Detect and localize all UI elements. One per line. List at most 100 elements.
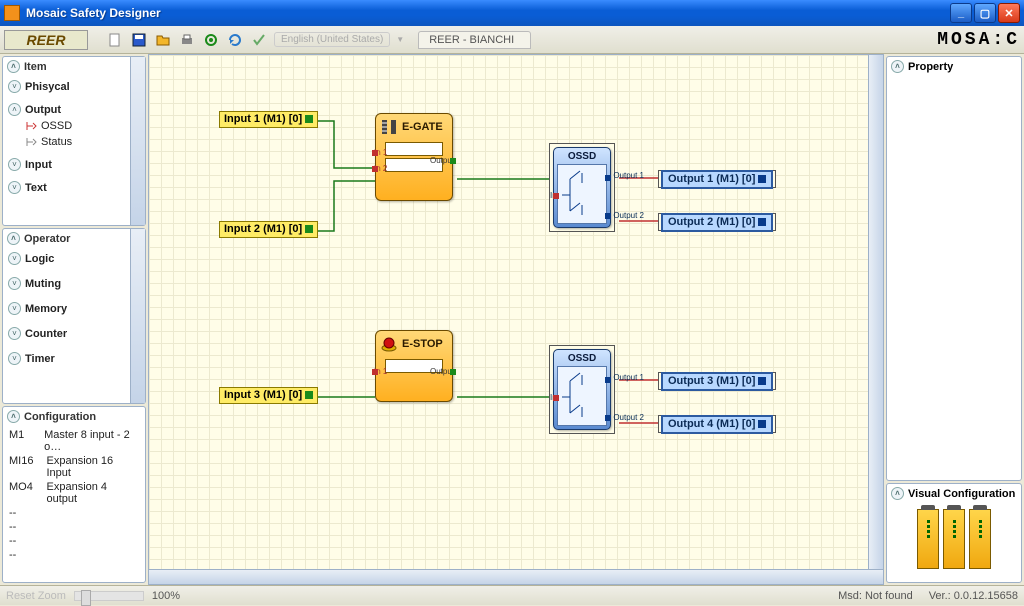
chevron-up-icon: ˄ bbox=[7, 232, 20, 245]
configuration-panel: ˄ Configuration M1Master 8 input - 2 o… … bbox=[2, 406, 146, 583]
ossd-block-2[interactable]: OSSD In Output 1 Output 2 bbox=[549, 345, 615, 434]
mosaic-logo: MOSA:C bbox=[937, 30, 1020, 50]
egate-title: E-GATE bbox=[402, 121, 443, 133]
item-panel-header[interactable]: ˄ Item bbox=[3, 57, 145, 76]
module-icon[interactable] bbox=[969, 509, 991, 569]
item-panel: ▴ ▾ ˄ Item ˅Phisycal ˄Output OSSD Status… bbox=[2, 56, 146, 226]
input-tag-2[interactable]: Input 2 (M1) [0] bbox=[219, 223, 318, 235]
close-button[interactable]: ✕ bbox=[998, 3, 1020, 23]
output-tag-3[interactable]: Output 3 (M1) [0] bbox=[658, 372, 776, 390]
right-sidebar: ˄ Property ˄ Visual Configuration bbox=[884, 54, 1024, 585]
tree-logic[interactable]: ˅Logic bbox=[5, 250, 129, 267]
chevron-up-icon: ˄ bbox=[8, 103, 21, 116]
config-row[interactable]: MI16Expansion 16 Input bbox=[5, 454, 143, 480]
save-button[interactable] bbox=[130, 31, 148, 49]
minimize-button[interactable]: _ bbox=[950, 3, 972, 23]
chevron-down-icon: ˅ bbox=[8, 302, 21, 315]
status-bar: Reset Zoom 100% Msd: Not found Ver.: 0.0… bbox=[0, 585, 1024, 605]
new-button[interactable] bbox=[106, 31, 124, 49]
chevron-down-icon: ˅ bbox=[8, 277, 21, 290]
scrollbar-up[interactable]: ▴ bbox=[132, 58, 144, 70]
chevron-down-icon: ˅ bbox=[8, 252, 21, 265]
estop-icon bbox=[380, 335, 398, 353]
chevron-down-icon: ˅ bbox=[8, 181, 21, 194]
print-button[interactable] bbox=[178, 31, 196, 49]
tree-counter[interactable]: ˅Counter bbox=[5, 325, 129, 342]
window-title: Mosaic Safety Designer bbox=[26, 6, 161, 20]
language-select[interactable]: English (United States) bbox=[274, 32, 390, 47]
config-row[interactable]: -- bbox=[5, 548, 143, 562]
visual-configuration-panel: ˄ Visual Configuration bbox=[886, 483, 1022, 583]
chevron-down-icon: ˅ bbox=[8, 327, 21, 340]
tree-phisycal[interactable]: ˅Phisycal bbox=[5, 78, 129, 95]
tree-input[interactable]: ˅Input bbox=[5, 156, 129, 173]
left-sidebar: ▴ ▾ ˄ Item ˅Phisycal ˄Output OSSD Status… bbox=[0, 54, 148, 585]
configuration-panel-header[interactable]: ˄ Configuration bbox=[3, 407, 145, 426]
chevron-up-icon: ˄ bbox=[891, 487, 904, 500]
config-row[interactable]: MO4Expansion 4 output bbox=[5, 480, 143, 506]
chevron-down-icon: ˅ bbox=[8, 158, 21, 171]
pin-label: Output 2 bbox=[613, 211, 644, 220]
tree-status[interactable]: Status bbox=[5, 134, 129, 150]
version-label: Ver.: 0.0.12.15658 bbox=[929, 590, 1018, 602]
config-row[interactable]: M1Master 8 input - 2 o… bbox=[5, 428, 143, 454]
input-tag-1[interactable]: Input 1 (M1) [0] bbox=[219, 113, 318, 125]
tree-output[interactable]: ˄Output bbox=[5, 101, 129, 118]
visual-configuration-header[interactable]: ˄ Visual Configuration bbox=[887, 484, 1021, 503]
visual-configuration-title: Visual Configuration bbox=[908, 488, 1015, 500]
app-icon bbox=[4, 5, 20, 21]
property-panel-header[interactable]: ˄ Property bbox=[887, 57, 1021, 76]
design-canvas[interactable]: Input 1 (M1) [0] Input 2 (M1) [0] Input … bbox=[148, 54, 884, 585]
zoom-slider[interactable] bbox=[74, 591, 144, 601]
tree-ossd[interactable]: OSSD bbox=[5, 118, 129, 134]
pin-label: Output 2 bbox=[613, 413, 644, 422]
module-icon[interactable] bbox=[943, 509, 965, 569]
validate-button[interactable] bbox=[250, 31, 268, 49]
chevron-up-icon: ˄ bbox=[7, 410, 20, 423]
tree-memory[interactable]: ˅Memory bbox=[5, 300, 129, 317]
chevron-up-icon: ˄ bbox=[7, 60, 20, 73]
window-titlebar: Mosaic Safety Designer _ ▢ ✕ bbox=[0, 0, 1024, 26]
maximize-button[interactable]: ▢ bbox=[974, 3, 996, 23]
ossd-title: OSSD bbox=[557, 151, 607, 162]
reset-zoom-button[interactable]: Reset Zoom bbox=[6, 590, 66, 602]
chevron-down-icon: ˅ bbox=[8, 352, 21, 365]
scrollbar-up[interactable]: ▴ bbox=[132, 230, 144, 242]
estop-title: E-STOP bbox=[402, 338, 443, 350]
egate-block[interactable]: E-GATE In 1 In 2 Output bbox=[375, 113, 453, 201]
pin-label: Output 1 bbox=[613, 373, 644, 382]
ossd-block-1[interactable]: OSSD In Output 1 Output 2 bbox=[549, 143, 615, 232]
msd-status: Msd: Not found bbox=[838, 590, 913, 602]
tree-text[interactable]: ˅Text bbox=[5, 179, 129, 196]
chevron-down-icon: ˅ bbox=[8, 80, 21, 93]
module-icon[interactable] bbox=[917, 509, 939, 569]
pin-label: Output 1 bbox=[613, 171, 644, 180]
property-panel: ˄ Property bbox=[886, 56, 1022, 481]
scrollbar-down[interactable]: ▾ bbox=[132, 390, 144, 402]
toolbar: REER English (United States) ▼ REER - BI… bbox=[0, 26, 1024, 54]
config-row[interactable]: -- bbox=[5, 520, 143, 534]
project-tab[interactable]: REER - BIANCHI bbox=[418, 31, 531, 49]
output-tag-4[interactable]: Output 4 (M1) [0] bbox=[658, 415, 776, 433]
item-panel-title: Item bbox=[24, 61, 47, 73]
zoom-percent: 100% bbox=[152, 590, 180, 602]
gate-icon bbox=[380, 118, 398, 136]
operator-panel-header[interactable]: ˄ Operator bbox=[3, 229, 145, 248]
preview-button[interactable] bbox=[202, 31, 220, 49]
operator-panel-title: Operator bbox=[24, 233, 70, 245]
ossd-title: OSSD bbox=[557, 353, 607, 364]
open-button[interactable] bbox=[154, 31, 172, 49]
output-tag-2[interactable]: Output 2 (M1) [0] bbox=[658, 213, 776, 231]
reer-logo: REER bbox=[4, 30, 88, 50]
tree-muting[interactable]: ˅Muting bbox=[5, 275, 129, 292]
config-row[interactable]: -- bbox=[5, 534, 143, 548]
scrollbar-down[interactable]: ▾ bbox=[132, 212, 144, 224]
tree-timer[interactable]: ˅Timer bbox=[5, 350, 129, 367]
input-tag-3[interactable]: Input 3 (M1) [0] bbox=[219, 389, 318, 401]
refresh-button[interactable] bbox=[226, 31, 244, 49]
configuration-panel-title: Configuration bbox=[24, 411, 96, 423]
chevron-up-icon: ˄ bbox=[891, 60, 904, 73]
config-row[interactable]: -- bbox=[5, 506, 143, 520]
estop-block[interactable]: E-STOP In 1 Output bbox=[375, 330, 453, 402]
output-tag-1[interactable]: Output 1 (M1) [0] bbox=[658, 170, 776, 188]
